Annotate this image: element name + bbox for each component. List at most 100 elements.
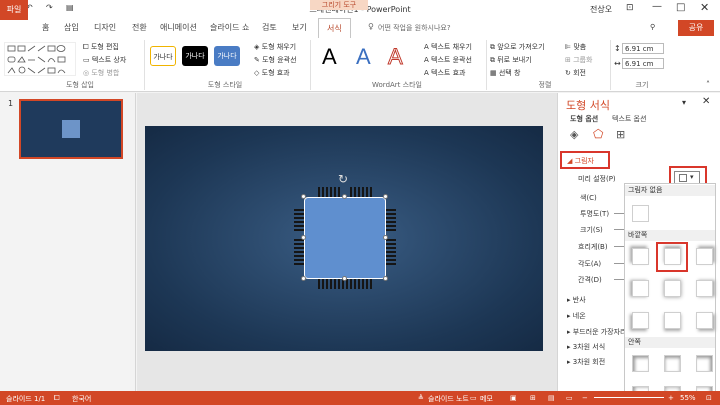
bring-forward-button[interactable]: ⧉ 앞으로 가져오기 (490, 42, 545, 52)
outer-shadow-option[interactable] (696, 280, 713, 297)
group-button[interactable]: ⊞ 그룹화 (565, 55, 592, 65)
resize-handle[interactable] (383, 235, 388, 240)
outer-shadow-option[interactable] (664, 280, 681, 297)
edit-shape-button[interactable]: ⧠ 도형 편집 (83, 42, 119, 52)
size-properties-icon[interactable]: ⊞ (616, 128, 625, 141)
shape-style-3[interactable]: 가나다 (214, 46, 240, 66)
fit-slide-icon[interactable]: ⊡ (706, 394, 712, 402)
wordart-style-1[interactable]: A (322, 44, 337, 70)
transparency-slider[interactable] (614, 213, 624, 214)
outer-shadow-option[interactable] (632, 248, 649, 265)
maximize-icon[interactable]: □ (676, 2, 685, 13)
effects-pentagon-icon[interactable]: ⬠ (593, 127, 603, 141)
reading-view-icon[interactable]: ▤ (548, 394, 555, 402)
shapes-gallery[interactable] (4, 42, 76, 76)
send-backward-button[interactable]: ⧉ 뒤로 보내기 (490, 55, 532, 65)
outer-shadow-option[interactable] (632, 312, 649, 329)
slideshow-view-icon[interactable]: ▭ (566, 394, 573, 402)
collapse-ribbon-icon[interactable]: ˄ (706, 80, 710, 89)
section-glow[interactable]: ▸ 네온 (567, 311, 586, 321)
wordart-style-2[interactable]: A (356, 44, 371, 70)
angle-slider[interactable] (614, 263, 624, 264)
height-input[interactable]: 6.91 cm (622, 43, 664, 54)
resize-handle[interactable] (301, 276, 306, 281)
rotate-icon: ↻ (565, 69, 571, 77)
tab-design[interactable]: 디자인 (94, 22, 116, 33)
width-icon: ↔ (614, 59, 621, 68)
shape-style-1[interactable]: 가나다 (150, 46, 176, 66)
pane-close-icon[interactable]: ✕ (702, 96, 710, 107)
tab-file[interactable]: 파일 (0, 0, 28, 20)
section-soft-edges[interactable]: ▸ 부드러운 가장자리 (567, 327, 627, 337)
close-icon[interactable]: ✕ (700, 1, 709, 14)
shape-outline-button[interactable]: ✎ 도형 윤곽선 (254, 55, 297, 65)
resize-handle[interactable] (383, 276, 388, 281)
normal-view-icon[interactable]: ▣ (510, 394, 517, 402)
ribbon-display-icon[interactable]: ⊡ (626, 3, 634, 13)
tab-review[interactable]: 검토 (262, 22, 277, 33)
text-effects-button[interactable]: A 텍스트 효과 (424, 68, 465, 78)
zoom-in-icon[interactable]: + (668, 394, 674, 402)
fill-line-icon[interactable]: ◈ (570, 128, 578, 141)
blur-slider[interactable] (614, 246, 624, 247)
shape-effects-button[interactable]: ◇ 도형 효과 (254, 68, 290, 78)
rotate-button[interactable]: ↻ 회전 (565, 68, 586, 78)
outer-shadow-option[interactable] (664, 248, 681, 265)
resize-handle[interactable] (301, 194, 306, 199)
outer-shadow-option[interactable] (696, 248, 713, 265)
shape-style-2[interactable]: 가나다 (182, 46, 208, 66)
no-shadow-option[interactable] (632, 205, 649, 222)
pane-options-icon[interactable]: ▾ (682, 98, 686, 107)
tab-home[interactable]: 홈 (42, 22, 49, 33)
user-name[interactable]: 전상오 (590, 4, 612, 15)
inner-shadow-option[interactable] (696, 355, 713, 372)
comments-button[interactable]: 메모 (480, 394, 493, 404)
tab-slideshow[interactable]: 슬라이드 쇼 (210, 22, 249, 33)
tab-animations[interactable]: 애니메이션 (160, 22, 197, 33)
width-input[interactable]: 6.91 cm (622, 58, 664, 69)
resize-handle[interactable] (342, 276, 347, 281)
tab-transitions[interactable]: 전환 (132, 22, 147, 33)
distance-slider[interactable] (614, 279, 624, 280)
no-shadow-header: 그림자 없음 (625, 185, 715, 196)
resize-handle[interactable] (383, 194, 388, 199)
inner-shadow-option[interactable] (632, 355, 649, 372)
section-3d-rotation[interactable]: ▸ 3차원 회전 (567, 357, 605, 367)
align-button[interactable]: ⊫ 맞춤 (565, 42, 586, 52)
shape-fill-button[interactable]: ◈ 도형 채우기 (254, 42, 296, 52)
language[interactable]: 한국어 (72, 394, 91, 404)
merge-shapes-button[interactable]: ◎ 도형 병합 (83, 68, 119, 78)
zoom-slider[interactable] (594, 397, 664, 398)
rotation-handle-icon[interactable]: ↻ (338, 172, 348, 186)
wordart-style-3[interactable]: A (388, 44, 404, 70)
minimize-icon[interactable]: — (652, 1, 662, 12)
section-3d-format[interactable]: ▸ 3차원 서식 (567, 342, 605, 352)
tab-shape-options[interactable]: 도형 옵션 (570, 114, 598, 124)
tell-me-box[interactable]: 어떤 작업을 원하시나요? (378, 23, 451, 33)
spellcheck-icon[interactable]: ⧠ (54, 394, 60, 403)
prop-transparency: 투명도(T) (580, 210, 610, 218)
resize-handle[interactable] (342, 194, 347, 199)
text-outline-button[interactable]: A 텍스트 윤곽선 (424, 55, 472, 65)
shadow-section-header[interactable]: ◢ 그림자 (567, 156, 594, 166)
size-slider[interactable] (614, 229, 624, 230)
zoom-level[interactable]: 55% (680, 394, 696, 402)
sorter-view-icon[interactable]: ⊞ (530, 394, 536, 402)
resize-handle[interactable] (301, 235, 306, 240)
share-button[interactable]: 공유 (678, 20, 714, 36)
outer-shadow-option[interactable] (696, 312, 713, 329)
outer-shadow-option[interactable] (664, 312, 681, 329)
outer-shadow-option[interactable] (632, 280, 649, 297)
selection-pane-button[interactable]: ▦ 선택 창 (490, 68, 520, 78)
tab-text-options[interactable]: 텍스트 옵션 (612, 114, 646, 124)
section-reflection[interactable]: ▸ 반사 (567, 295, 586, 305)
tab-view[interactable]: 보기 (292, 22, 307, 33)
tab-insert[interactable]: 삽입 (64, 22, 79, 33)
textbox-button[interactable]: ▭ 텍스트 상자 (83, 55, 126, 65)
notes-button[interactable]: 슬라이드 노트 (428, 394, 469, 404)
tab-format[interactable]: 서식 (318, 18, 351, 38)
selected-shape[interactable] (304, 197, 386, 279)
inner-shadow-option[interactable] (664, 355, 681, 372)
zoom-out-icon[interactable]: − (582, 394, 588, 402)
text-fill-button[interactable]: A 텍스트 채우기 (424, 42, 472, 52)
